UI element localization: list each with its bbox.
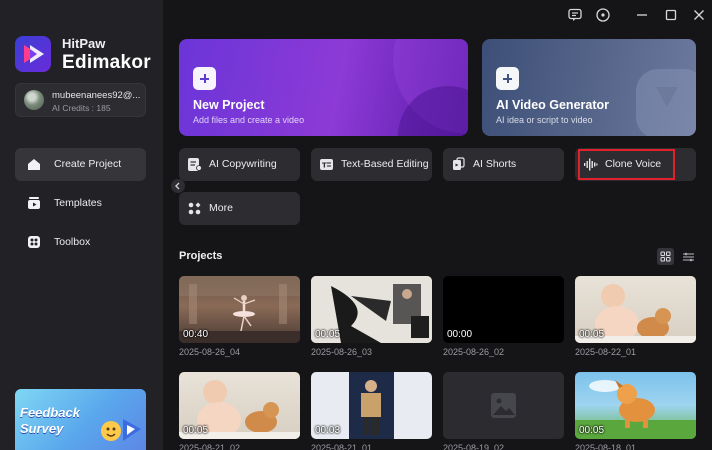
project-thumbnail[interactable]: 00:00: [443, 276, 564, 343]
ai-video-generator-card[interactable]: AI Video Generator AI idea or script to …: [482, 39, 696, 136]
sidebar-item-templates[interactable]: Templates: [15, 187, 146, 220]
card-decoration: [393, 39, 468, 136]
sidebar-item-label: Templates: [54, 197, 102, 209]
tool-label: AI Copywriting: [209, 158, 277, 170]
ai-video-subtitle: AI idea or script to video: [496, 115, 593, 125]
project-name: 2025-08-26_02: [443, 347, 505, 357]
ai-copywriting-button[interactable]: AI Copywriting: [179, 148, 300, 181]
feedback-message-icon[interactable]: [567, 7, 583, 23]
more-grid-icon: [188, 202, 201, 215]
project-thumbnail[interactable]: [443, 372, 564, 439]
maximize-icon[interactable]: [663, 7, 679, 23]
list-view-button[interactable]: [680, 248, 697, 265]
project-duration: 00:05: [315, 329, 341, 340]
collapse-sidebar-button[interactable]: [171, 179, 185, 193]
grid-view-button[interactable]: [657, 248, 674, 265]
clone-voice-highlight-box: [578, 149, 675, 180]
sidebar: HitPaw Edimakor mubeenanees92@... AI Cre…: [0, 0, 163, 450]
project-thumbnail[interactable]: 00:03: [311, 372, 432, 439]
project-name: 2025-08-26_03: [311, 347, 373, 357]
project-duration: 00:05: [183, 425, 209, 436]
home-icon: [28, 159, 40, 170]
edimakor-logo-icon: [15, 36, 51, 72]
project-thumbnail[interactable]: 00:40: [179, 276, 300, 343]
project-duration: 00:05: [579, 329, 605, 340]
survey-title: Survey: [20, 421, 64, 436]
more-tools-button[interactable]: More: [179, 192, 300, 225]
product-name: Edimakor: [62, 52, 151, 73]
ai-video-title: AI Video Generator: [496, 98, 609, 112]
sidebar-item-label: Toolbox: [54, 236, 91, 248]
feedback-title: Feedback: [20, 405, 80, 420]
chevron-left-icon: [175, 182, 180, 190]
project-name: 2025-08-19_02: [443, 443, 505, 450]
close-icon[interactable]: [691, 7, 707, 23]
avatar: [24, 90, 44, 110]
feedback-survey-banner[interactable]: Feedback Survey: [15, 389, 146, 450]
project-name: 2025-08-18_01: [575, 443, 637, 450]
brand-name: HitPaw: [62, 36, 106, 51]
ai-copywriting-icon: [188, 158, 202, 171]
grid-view-icon: [660, 251, 671, 262]
plus-icon: [193, 67, 216, 90]
help-icon[interactable]: [595, 7, 611, 23]
project-thumbnail[interactable]: 00:05: [575, 372, 696, 439]
tool-label: AI Shorts: [473, 158, 517, 170]
project-duration: 00:40: [183, 329, 209, 340]
project-thumbnail[interactable]: 00:05: [179, 372, 300, 439]
list-view-icon: [683, 252, 694, 262]
projects-heading: Projects: [179, 250, 223, 262]
tool-label: Text-Based Editing: [341, 158, 429, 170]
project-duration: 00:03: [315, 425, 341, 436]
project-name: 2025-08-21_01: [311, 443, 373, 450]
svg-text:T: T: [322, 162, 327, 170]
sidebar-item-create-project[interactable]: Create Project: [15, 148, 146, 181]
text-based-editing-button[interactable]: T Text-Based Editing: [311, 148, 432, 181]
ai-credits: AI Credits : 185: [52, 103, 111, 113]
new-project-subtitle: Add files and create a video: [193, 115, 305, 125]
project-name: 2025-08-26_04: [179, 347, 241, 357]
sidebar-item-toolbox[interactable]: Toolbox: [15, 226, 146, 259]
minimize-icon[interactable]: [634, 7, 650, 23]
tool-label: More: [209, 202, 233, 214]
new-project-card[interactable]: New Project Add files and create a video: [179, 39, 468, 136]
ai-shorts-button[interactable]: AI Shorts: [443, 148, 564, 181]
new-project-title: New Project: [193, 98, 265, 112]
user-account-card[interactable]: mubeenanees92@... AI Credits : 185: [15, 83, 146, 117]
toolbox-icon: [28, 236, 40, 248]
project-name: 2025-08-21_02: [179, 443, 241, 450]
ai-video-deco-icon: [636, 69, 696, 136]
project-name: 2025-08-22_01: [575, 347, 637, 357]
text-editing-icon: T: [320, 159, 333, 170]
project-thumbnail[interactable]: 00:05: [575, 276, 696, 343]
image-placeholder-icon: [491, 393, 516, 418]
project-thumbnail[interactable]: 00:05: [311, 276, 432, 343]
plus-icon: [496, 67, 519, 90]
ai-shorts-icon: [453, 157, 465, 170]
project-duration: 00:05: [579, 425, 605, 436]
sidebar-item-label: Create Project: [54, 158, 122, 170]
user-email: mubeenanees92@...: [52, 90, 141, 101]
templates-icon: [28, 197, 40, 209]
survey-mascot-icon: [101, 419, 141, 441]
project-duration: 00:00: [447, 329, 473, 340]
